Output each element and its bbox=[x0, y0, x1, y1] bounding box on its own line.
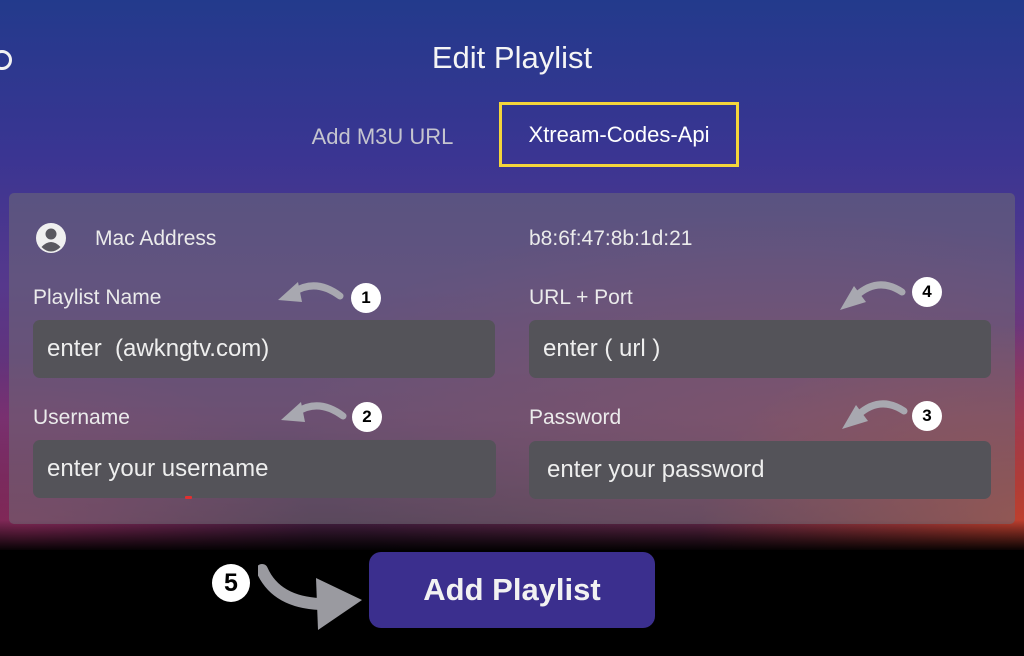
add-playlist-button[interactable]: Add Playlist bbox=[369, 552, 655, 628]
playlist-name-input[interactable]: enter (awkngtv.com) bbox=[33, 320, 495, 378]
url-port-value: enter ( url ) bbox=[543, 335, 661, 362]
username-input[interactable]: enter your username bbox=[33, 440, 496, 498]
username-label: Username bbox=[33, 406, 130, 429]
add-playlist-label: Add Playlist bbox=[423, 572, 601, 607]
tab-xtream-codes-api[interactable]: Xtream-Codes-Api bbox=[499, 102, 739, 167]
cursor-marker bbox=[185, 496, 192, 499]
mac-address-label: Mac Address bbox=[95, 227, 217, 250]
tab-xtream-label: Xtream-Codes-Api bbox=[528, 121, 710, 147]
url-port-label: URL + Port bbox=[529, 286, 633, 309]
url-port-input[interactable]: enter ( url ) bbox=[529, 320, 991, 378]
username-value: enter your username bbox=[47, 455, 269, 482]
tab-add-m3u-url[interactable]: Add M3U URL bbox=[290, 120, 475, 154]
playlist-name-label: Playlist Name bbox=[33, 286, 162, 309]
password-value: enter your password bbox=[547, 456, 765, 483]
step-badge-3: 3 bbox=[912, 401, 942, 431]
step-badge-5: 5 bbox=[212, 564, 250, 602]
step-badge-4: 4 bbox=[912, 277, 942, 307]
password-input[interactable]: enter your password bbox=[529, 441, 991, 499]
curved-arrow-icon bbox=[842, 400, 908, 429]
curved-arrow-icon bbox=[840, 281, 906, 310]
step-badge-2: 2 bbox=[352, 402, 382, 432]
mac-address-value: b8:6f:47:8b:1d:21 bbox=[529, 227, 693, 250]
background-fade bbox=[0, 520, 1024, 552]
curved-arrow-icon bbox=[258, 564, 362, 630]
user-circle-icon bbox=[36, 223, 66, 253]
playlist-name-value: enter (awkngtv.com) bbox=[47, 335, 270, 362]
page-title: Edit Playlist bbox=[431, 40, 593, 75]
password-label: Password bbox=[529, 406, 622, 429]
step-badge-1: 1 bbox=[351, 283, 381, 313]
curved-arrow-icon bbox=[281, 402, 347, 422]
curved-arrow-icon bbox=[278, 282, 344, 302]
